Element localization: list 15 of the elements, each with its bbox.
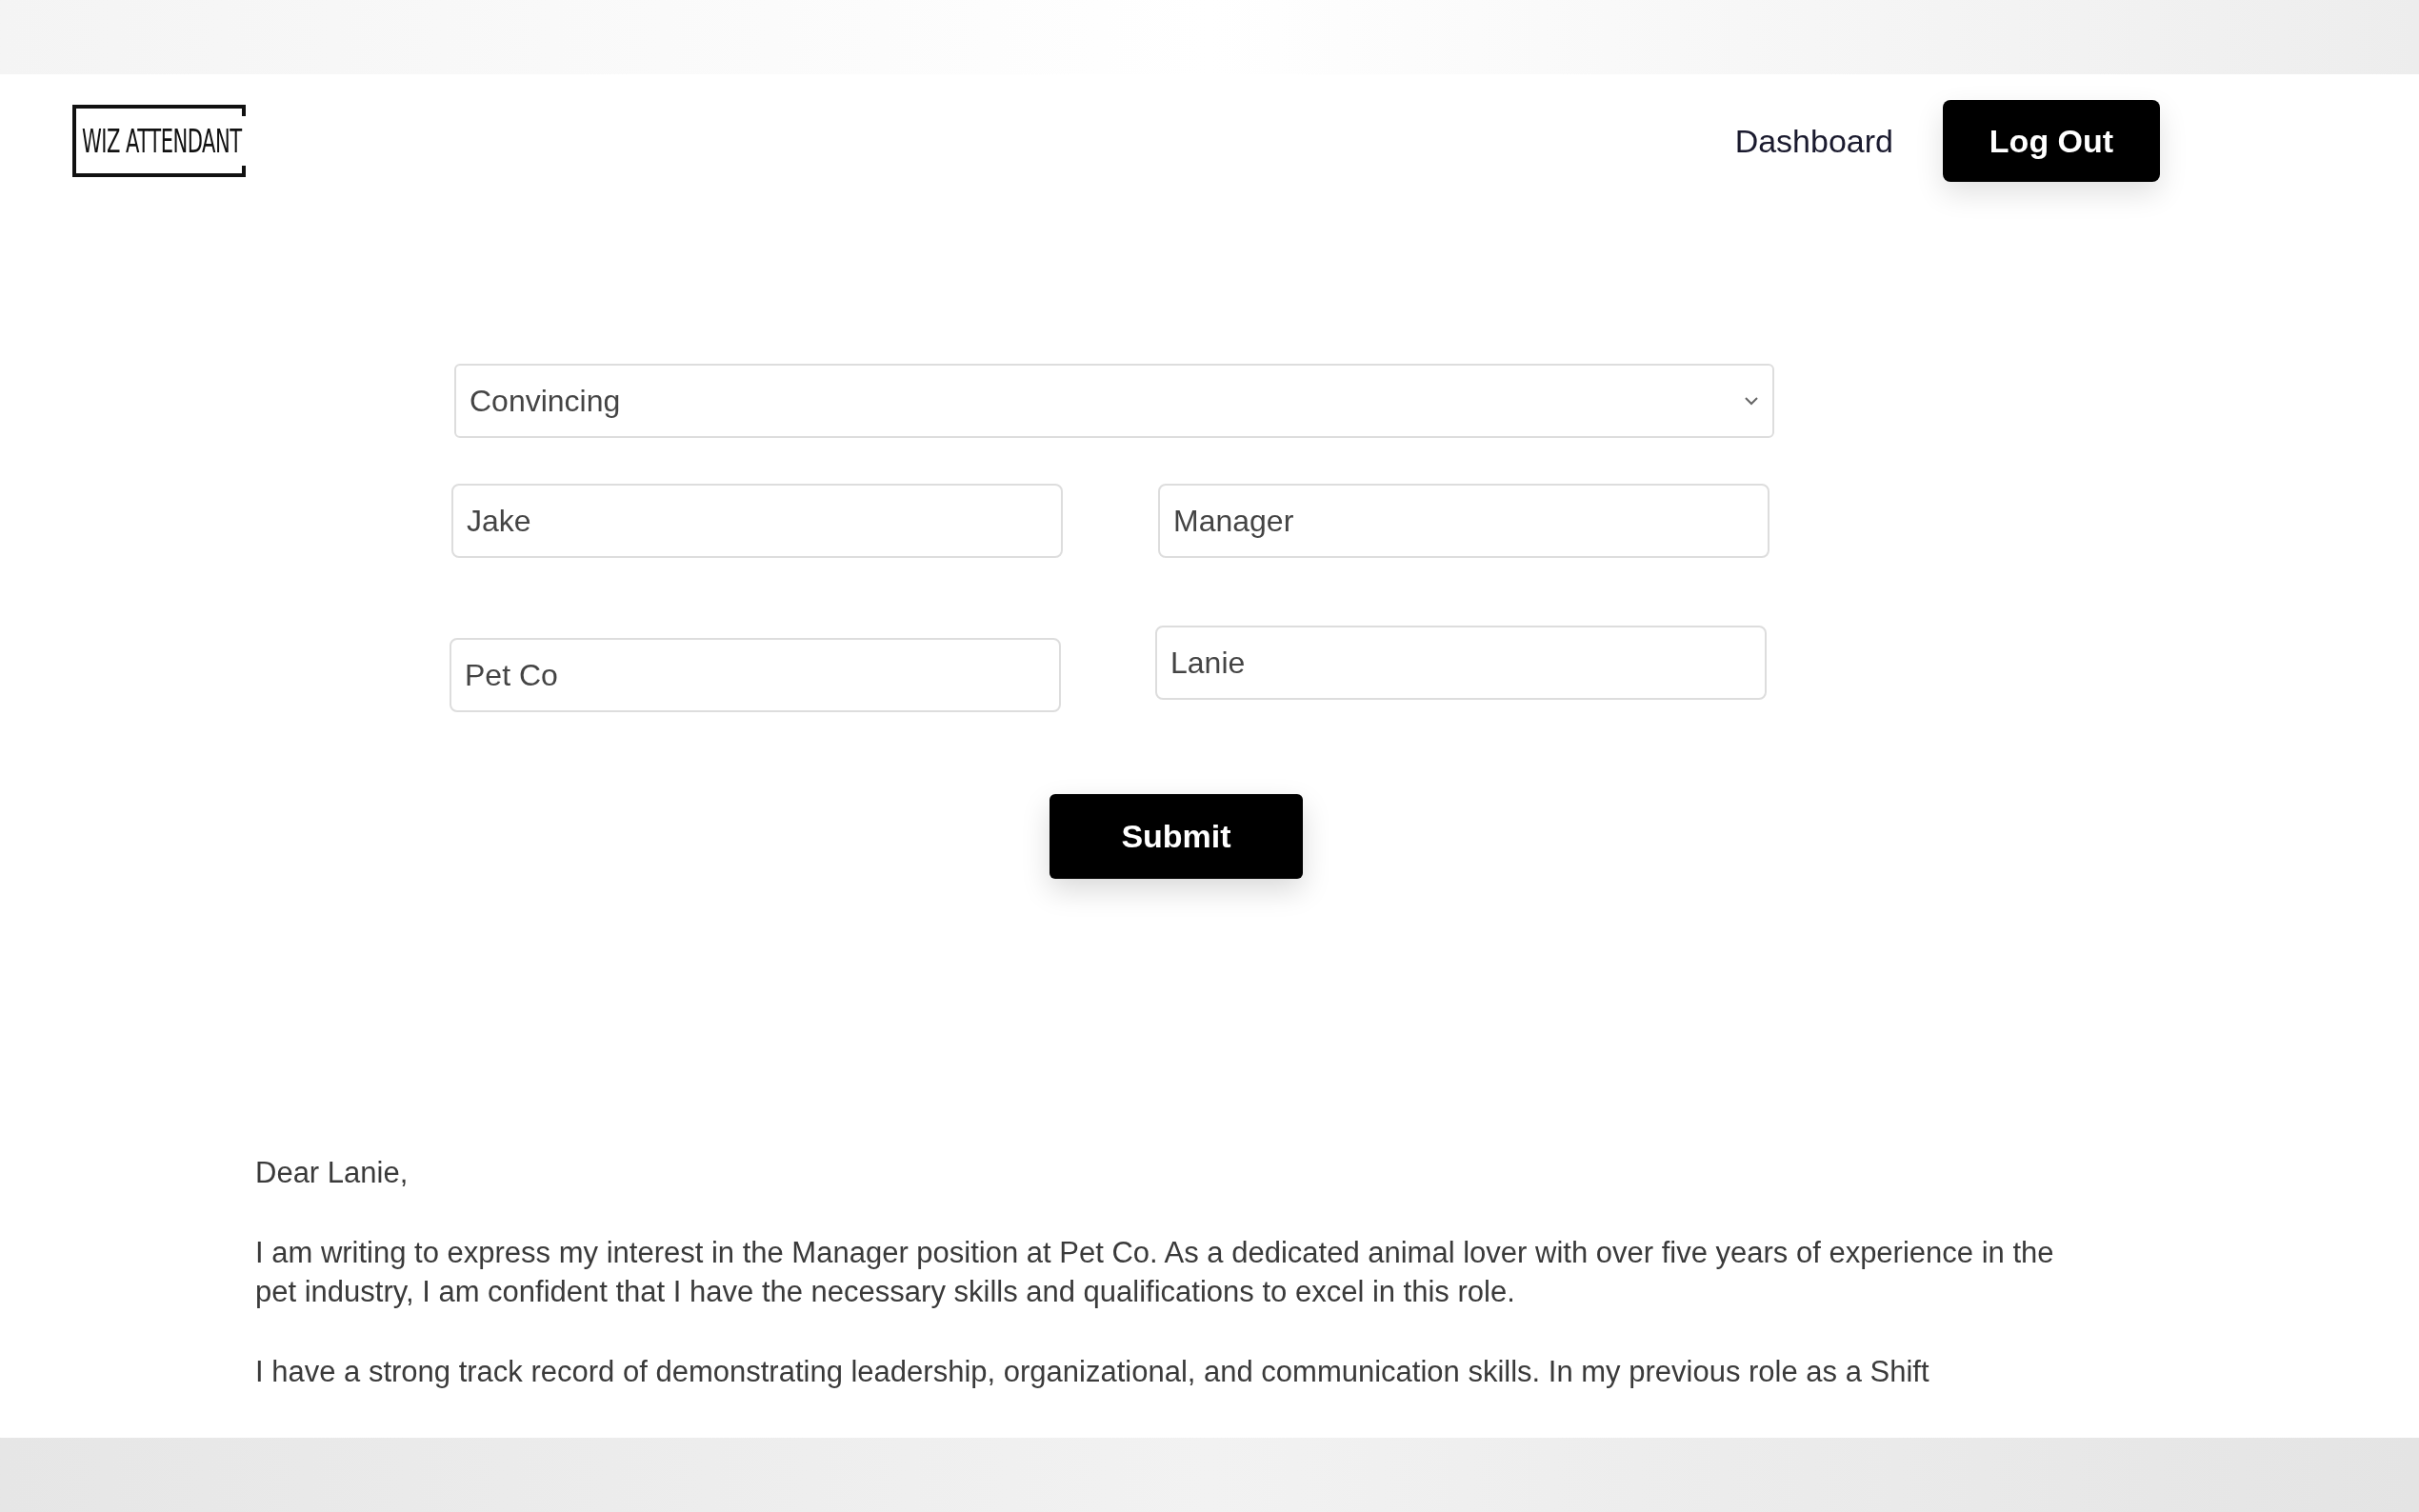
nav-link[interactable]: Dashboard: [1734, 116, 1893, 166]
logo-text: WIZ ATTENDANT: [82, 125, 242, 157]
log-out-button[interactable]: Log Out: [1943, 100, 2160, 182]
input-field[interactable]: Lanie: [1155, 626, 1767, 700]
chevron-down-icon: [1744, 396, 1759, 406]
tone-select[interactable]: Convincing: [454, 364, 1774, 438]
input-field[interactable]: Jake: [451, 484, 1063, 558]
letter-paragraph: Dear Lanie,: [255, 1155, 410, 1191]
submit-button[interactable]: Submit: [1050, 794, 1303, 879]
select-value: Convincing: [470, 383, 622, 420]
letter-paragraph: I am writing to express my interest in the Manager position at Pet Co. As a dedicated animal lover with over five years of experience in the pet industry, I am confident that I have the necessary skills and qualifications to excel in this role.: [255, 1235, 2055, 1310]
input-field[interactable]: Pet Co: [450, 638, 1061, 712]
input-field[interactable]: Manager: [1158, 484, 1769, 558]
letter-paragraph: I have a strong track record of demonstrating leadership, organizational, and communication skills. In my previous role as a Shift: [255, 1354, 1930, 1390]
logo[interactable]: WIZ ATTENDANT: [72, 105, 255, 177]
